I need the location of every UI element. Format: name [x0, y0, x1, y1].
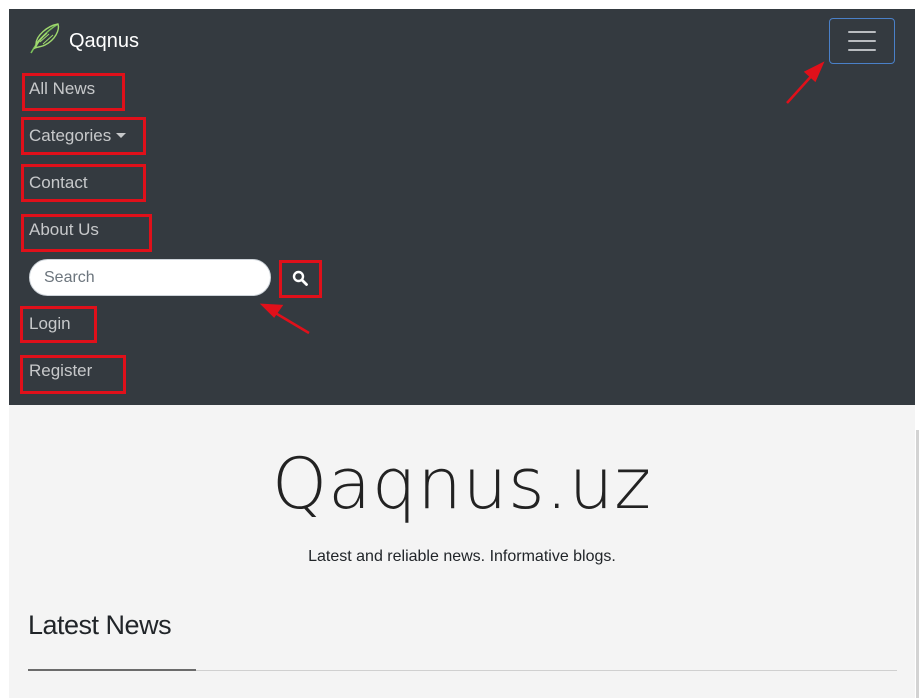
section-heading: Latest News	[28, 610, 172, 640]
hero-subtitle: Latest and reliable news. Informative bl…	[308, 548, 616, 565]
scrollbar-thumb[interactable]	[916, 430, 919, 698]
hero-section: Qaqnus.uz Latest and reliable news. Info…	[9, 405, 915, 698]
hero-title: Qaqnus.uz	[272, 443, 652, 525]
section-divider-accent	[28, 669, 196, 671]
